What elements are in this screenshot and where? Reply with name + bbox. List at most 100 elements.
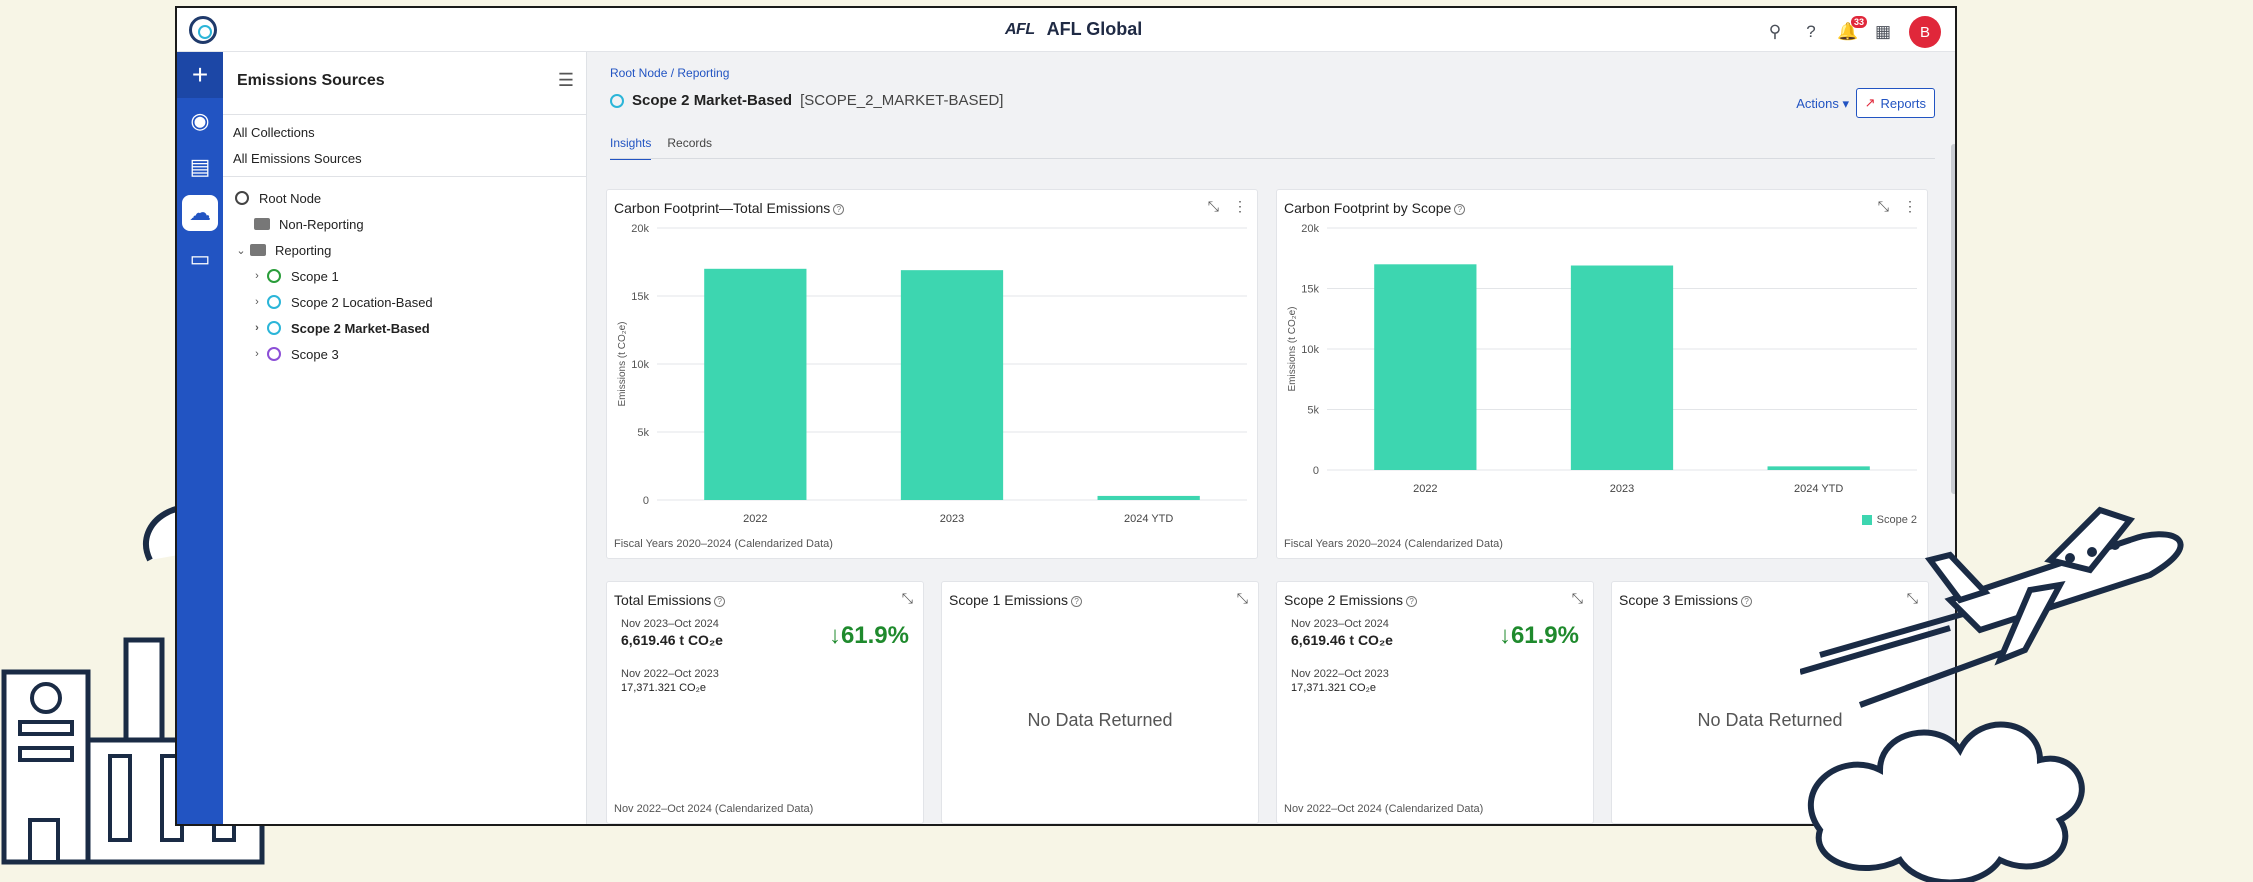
- card-title-text: Scope 1 Emissions: [949, 592, 1069, 608]
- tree-node-label: Reporting: [275, 242, 332, 258]
- chevron-right-icon[interactable]: ›: [249, 270, 265, 282]
- total-emissions-chart-card: Carbon Footprint—Total Emissions? ⤡ ⋮ 0 5k…: [606, 189, 1258, 559]
- tree-node-label: Scope 2 Location-Based: [291, 294, 433, 310]
- chevron-down-icon[interactable]: ⌄: [233, 244, 249, 257]
- card-title: Scope 1 Emissions?: [949, 592, 1083, 608]
- brand-name: AFL Global: [1046, 19, 1143, 39]
- tree-node-scope-1[interactable]: › Scope 1: [233, 263, 433, 289]
- sidebar-title: Emissions Sources: [237, 72, 385, 89]
- emissions-cloud-icon[interactable]: ☁: [182, 195, 218, 231]
- bar: [1374, 264, 1477, 470]
- emissions-sources-sidebar: Emissions Sources ☰ All Collections All …: [223, 52, 587, 824]
- page-title: Scope 2 Market-Based [SCOPE_2_MARKET-BAS…: [610, 92, 1003, 109]
- chevron-right-icon[interactable]: ›: [249, 322, 265, 334]
- tab-records[interactable]: Records: [667, 136, 712, 160]
- globe-icon: [267, 347, 281, 361]
- help-circle-icon[interactable]: ?: [1406, 595, 1418, 607]
- tree-node-scope-3[interactable]: › Scope 3: [233, 341, 433, 367]
- y-tick-label: 15k: [631, 291, 649, 303]
- y-axis-label: Emissions (t CO₂e): [617, 321, 628, 406]
- card-title-text: Carbon Footprint by Scope: [1284, 200, 1452, 216]
- scope-1-kpi-card: Scope 1 Emissions? ⤡ No Data Returned: [941, 581, 1259, 824]
- globe-icon: [610, 93, 624, 108]
- kpi-footnote: Nov 2022–Oct 2024 (Calendarized Data): [1284, 803, 1484, 815]
- globe-icon: [267, 321, 281, 335]
- help-circle-icon[interactable]: ?: [1071, 595, 1083, 607]
- kpi-previous: Nov 2022–Oct 2023 17,371.321 CO₂e: [621, 668, 719, 694]
- hamburger-menu-icon[interactable]: ☰: [558, 70, 574, 91]
- kpi-change: ↓61.9%: [828, 622, 909, 649]
- y-tick-label: 0: [643, 495, 649, 507]
- card-title: Scope 3 Emissions?: [1619, 592, 1753, 608]
- expand-icon[interactable]: ⤡: [1208, 198, 1219, 215]
- bar: [1097, 495, 1200, 500]
- total-emissions-kpi-card: Total Emissions? ⤡ Nov 2023–Oct 2024 6,6…: [606, 581, 924, 824]
- folder-icon: [254, 218, 270, 230]
- all-emissions-sources-link[interactable]: All Emissions Sources: [233, 151, 362, 166]
- tree-node-reporting[interactable]: ⌄ Reporting: [233, 237, 433, 263]
- brand: AFL AFL Global: [1005, 19, 1142, 40]
- expand-icon[interactable]: ⤡: [1237, 590, 1248, 607]
- tabs: Insights Records: [610, 136, 712, 160]
- divider: [223, 176, 586, 177]
- page-title-text: Scope 2 Market-Based: [632, 92, 793, 109]
- breadcrumb[interactable]: Root Node / Reporting: [610, 66, 729, 80]
- tree-node-scope-2-market[interactable]: › Scope 2 Market-Based: [233, 315, 433, 341]
- dashboard-icon[interactable]: ◉: [177, 98, 223, 144]
- search-icon[interactable]: ⚲: [1765, 22, 1785, 42]
- chevron-right-icon[interactable]: ›: [249, 348, 265, 360]
- y-tick-label: 20k: [631, 223, 649, 235]
- tab-divider: [610, 158, 1935, 159]
- kpi-value: 17,371.321 CO₂e: [621, 682, 706, 694]
- kpi-period: Nov 2023–Oct 2024: [621, 618, 719, 630]
- card-title-text: Scope 2 Emissions: [1284, 592, 1404, 608]
- help-circle-icon[interactable]: ?: [714, 595, 726, 607]
- report-icon[interactable]: ▤: [177, 144, 223, 190]
- kpi-period: Nov 2022–Oct 2023: [621, 668, 719, 680]
- chevron-right-icon[interactable]: ›: [249, 296, 265, 308]
- clipboard-icon[interactable]: ▭: [177, 236, 223, 282]
- card-title-text: Carbon Footprint—Total Emissions: [614, 200, 831, 216]
- add-icon[interactable]: +: [177, 52, 223, 98]
- x-tick-label: 2022: [1413, 483, 1437, 495]
- y-tick-label: 0: [1313, 465, 1319, 477]
- card-title-text: Scope 3 Emissions: [1619, 592, 1739, 608]
- expand-icon[interactable]: ⤡: [1572, 590, 1583, 607]
- card-title: Total Emissions?: [614, 592, 726, 608]
- y-tick-label: 10k: [1301, 344, 1319, 356]
- y-tick-label: 5k: [1307, 405, 1319, 417]
- y-tick-label: 20k: [1301, 223, 1319, 235]
- kpi-footnote: Nov 2022–Oct 2024 (Calendarized Data): [614, 803, 814, 815]
- tree-node-root[interactable]: Root Node: [233, 185, 433, 211]
- globe-icon: [267, 269, 281, 283]
- help-circle-icon[interactable]: ?: [1741, 595, 1753, 607]
- help-circle-icon[interactable]: ?: [833, 203, 845, 215]
- brand-logo: AFL: [1005, 20, 1035, 38]
- help-circle-icon[interactable]: ?: [1454, 203, 1466, 215]
- x-tick-label: 2024 YTD: [1124, 513, 1173, 525]
- globe-icon: [267, 295, 281, 309]
- y-tick-label: 5k: [637, 427, 649, 439]
- kpi-previous: Nov 2022–Oct 2023 17,371.321 CO₂e: [1291, 668, 1389, 694]
- tab-insights[interactable]: Insights: [610, 136, 652, 160]
- tree-node-label: Scope 1: [291, 268, 339, 284]
- kpi-current: Nov 2023–Oct 2024 6,619.46 t CO₂e: [1291, 618, 1393, 648]
- kpi-period: Nov 2023–Oct 2024: [1291, 618, 1389, 630]
- kpi-change: ↓61.9%: [1498, 622, 1579, 649]
- no-data-message: No Data Returned: [1027, 710, 1173, 730]
- all-collections-link[interactable]: All Collections: [233, 125, 315, 140]
- globe-icon: [235, 191, 249, 205]
- scope-2-kpi-card: Scope 2 Emissions? ⤡ Nov 2023–Oct 2024 6…: [1276, 581, 1594, 824]
- kpi-value: 17,371.321 CO₂e: [1291, 682, 1376, 694]
- folder-icon: [250, 244, 266, 256]
- more-vertical-icon[interactable]: ⋮: [1233, 198, 1247, 215]
- tree-node-non-reporting[interactable]: Non-Reporting: [233, 211, 433, 237]
- kpi-current: Nov 2023–Oct 2024 6,619.46 t CO₂e: [621, 618, 723, 648]
- app-logo-icon[interactable]: [189, 16, 217, 44]
- expand-icon[interactable]: ⤡: [902, 590, 913, 607]
- kpi-value: 6,619.46 t CO₂e: [621, 632, 723, 648]
- tree-node-scope-2-location[interactable]: › Scope 2 Location-Based: [233, 289, 433, 315]
- page-code: [SCOPE_2_MARKET-BASED]: [800, 92, 1004, 109]
- bar: [1570, 265, 1674, 470]
- divider: [223, 114, 586, 115]
